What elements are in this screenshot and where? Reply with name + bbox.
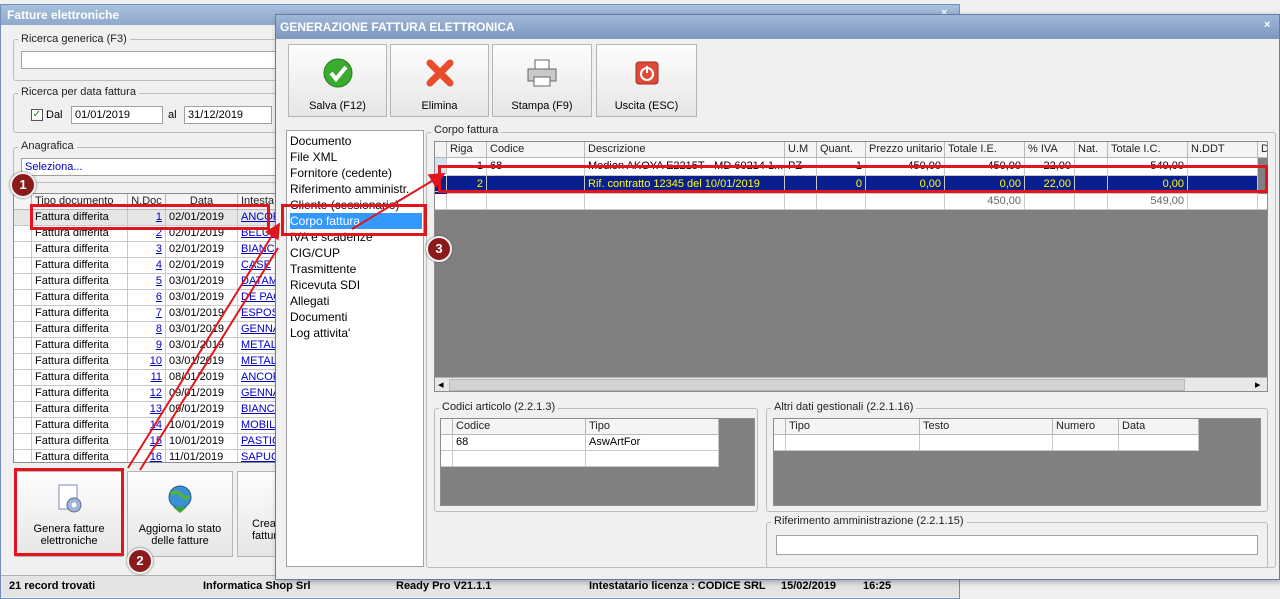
annotation-arrows xyxy=(127,172,446,471)
highlight-genera-button xyxy=(14,468,124,556)
badge-1: 1 xyxy=(10,172,36,198)
highlight-body-row xyxy=(438,165,1268,193)
arrow-to-corpo xyxy=(127,222,281,469)
highlight-first-invoice xyxy=(30,204,270,230)
highlight-corpo-nav xyxy=(281,204,427,236)
arrow-line xyxy=(139,247,279,471)
badge-3: 3 xyxy=(426,236,452,262)
badge-2: 2 xyxy=(127,548,153,574)
